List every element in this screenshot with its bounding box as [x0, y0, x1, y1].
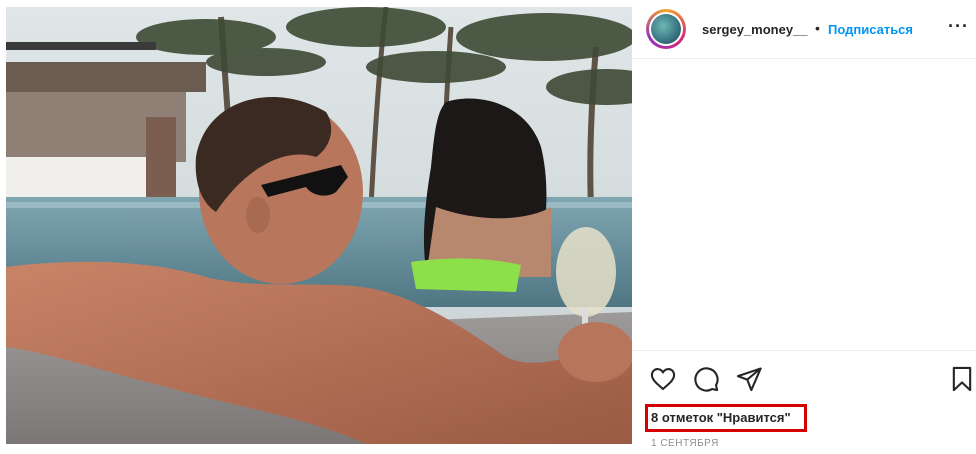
heart-icon[interactable] [649, 365, 677, 393]
post-header: sergey_money__ • Подписаться ··· [632, 0, 976, 59]
username-link[interactable]: sergey_money__ [702, 22, 808, 37]
likes-count[interactable]: 8 отметок "Нравится" [651, 410, 791, 425]
bookmark-icon[interactable] [948, 365, 976, 393]
post-date: 1 сентября [651, 438, 719, 449]
separator-dot: • [815, 20, 820, 36]
comment-icon[interactable] [692, 365, 720, 393]
avatar[interactable] [646, 9, 686, 49]
post-photo[interactable] [6, 7, 632, 444]
follow-button[interactable]: Подписаться [828, 22, 913, 37]
avatar-image [651, 14, 681, 44]
more-options-icon[interactable]: ··· [948, 16, 969, 37]
instagram-post: sergey_money__ • Подписаться ··· 8 отмет… [0, 0, 976, 454]
send-icon[interactable] [735, 365, 763, 393]
post-side-panel: sergey_money__ • Подписаться ··· [632, 0, 976, 454]
post-actions [632, 350, 976, 405]
photo-illustration [6, 7, 632, 444]
